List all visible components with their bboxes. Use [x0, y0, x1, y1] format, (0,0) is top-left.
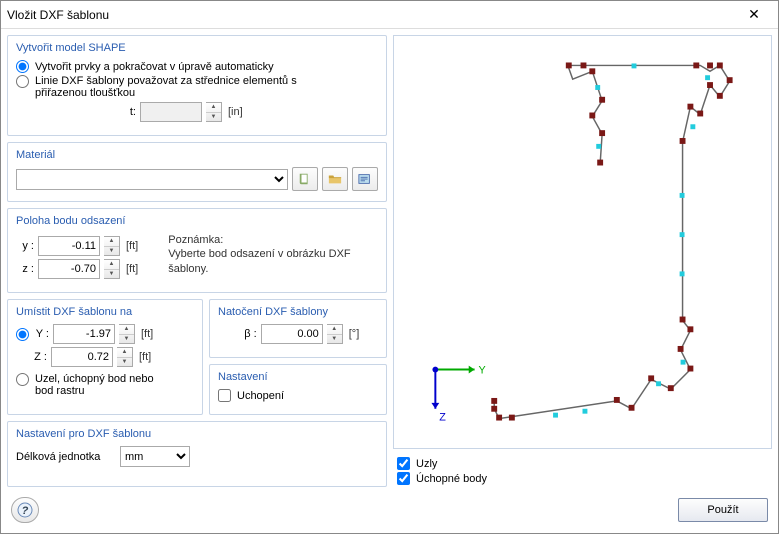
group-dxf-settings-title: Nastavení pro DXF šablonu [16, 428, 378, 440]
svg-text:Y: Y [479, 364, 486, 376]
group-offset: Poloha bodu odsazení y : ▲▼ [ft] z : ▲▼ [7, 208, 387, 293]
offset-y-spinner[interactable]: ▲▼ [104, 236, 120, 256]
group-rotation-title: Natočení DXF šablony [218, 306, 378, 318]
material-select[interactable] [16, 169, 288, 190]
offset-y-unit: [ft] [126, 240, 138, 252]
material-open-button[interactable] [322, 167, 348, 191]
close-icon[interactable]: ✕ [736, 6, 772, 23]
nodes-checkbox[interactable] [397, 457, 410, 470]
group-shape-title: Vytvořit model SHAPE [16, 42, 378, 54]
beta-label: β : [237, 328, 257, 340]
group-material-title: Materiál [16, 149, 378, 161]
radio-grid-label: Uzel, úchopný bod nebo bod rastru [35, 373, 165, 397]
group-placement: Umístit DXF šablonu na Y : ▲▼ [ft] Z : ▲… [7, 299, 203, 415]
beta-spinner[interactable]: ▲▼ [327, 324, 343, 344]
offset-note-label: Poznámka: [168, 233, 378, 247]
window-title: Vložit DXF šablonu [7, 8, 736, 22]
radio-grid[interactable] [16, 373, 29, 386]
edit-icon [358, 172, 372, 186]
folder-open-icon [328, 172, 342, 186]
radio-auto[interactable] [16, 60, 29, 73]
snap-label: Uchopení [237, 390, 284, 402]
offset-z-unit: [ft] [126, 263, 138, 275]
length-unit-label: Délková jednotka [16, 451, 116, 463]
offset-z-input[interactable] [38, 259, 100, 279]
length-unit-select[interactable]: mm [120, 446, 190, 467]
svg-text:?: ? [22, 505, 29, 517]
help-button[interactable]: ? [11, 497, 39, 523]
snappoints-checkbox-label: Úchopné body [416, 473, 487, 485]
radio-centerline[interactable] [16, 75, 29, 88]
group-material: Materiál [7, 142, 387, 202]
svg-text:Z: Z [439, 412, 446, 424]
placement-z-spinner[interactable]: ▲▼ [117, 347, 133, 367]
t-unit: [in] [228, 106, 243, 118]
nodes-checkbox-label: Uzly [416, 458, 437, 470]
dxf-shape-icon: Y Z [394, 36, 771, 448]
offset-y-input[interactable] [38, 236, 100, 256]
radio-centerline-label: Linie DXF šablony považovat za střednice… [35, 75, 335, 99]
t-input [140, 102, 202, 122]
group-offset-title: Poloha bodu odsazení [16, 215, 378, 227]
preview-canvas[interactable]: Y Z [393, 35, 772, 449]
placement-z-input[interactable] [51, 347, 113, 367]
group-rotation: Natočení DXF šablony β : ▲▼ [°] [209, 299, 387, 358]
titlebar: Vložit DXF šablonu ✕ [1, 1, 778, 29]
offset-z-label: z : [16, 263, 34, 275]
placement-z-label: Z : [33, 351, 47, 363]
placement-z-unit: [ft] [139, 351, 151, 363]
t-spinner: ▲▼ [206, 102, 222, 122]
beta-unit: [°] [349, 328, 360, 340]
offset-y-label: y : [16, 240, 34, 252]
group-settings-title: Nastavení [218, 371, 378, 383]
placement-y-spinner[interactable]: ▲▼ [119, 324, 135, 344]
apply-button[interactable]: Použít [678, 498, 768, 522]
beta-input[interactable] [261, 324, 323, 344]
dialog-window: Vložit DXF šablonu ✕ Vytvořit model SHAP… [0, 0, 779, 534]
material-edit-button[interactable] [352, 167, 378, 191]
placement-y-unit: [ft] [141, 328, 153, 340]
group-settings: Nastavení Uchopení [209, 364, 387, 415]
group-dxf-settings: Nastavení pro DXF šablonu Délková jednot… [7, 421, 387, 487]
placement-y-input[interactable] [53, 324, 115, 344]
material-library-button[interactable] [292, 167, 318, 191]
help-icon: ? [17, 502, 33, 518]
offset-z-spinner[interactable]: ▲▼ [104, 259, 120, 279]
offset-note-text: Vyberte bod odsazení v obrázku DXF šablo… [168, 247, 378, 276]
snap-checkbox[interactable] [218, 389, 231, 402]
group-placement-title: Umístit DXF šablonu na [16, 306, 194, 318]
group-shape: Vytvořit model SHAPE Vytvořit prvky a po… [7, 35, 387, 136]
radio-auto-label: Vytvořit prvky a pokračovat v úpravě aut… [35, 61, 274, 73]
snappoints-checkbox[interactable] [397, 472, 410, 485]
radio-yz[interactable] [16, 328, 29, 341]
placement-y-label: Y : [35, 328, 49, 340]
book-icon [298, 172, 312, 186]
t-label: t: [96, 106, 136, 118]
